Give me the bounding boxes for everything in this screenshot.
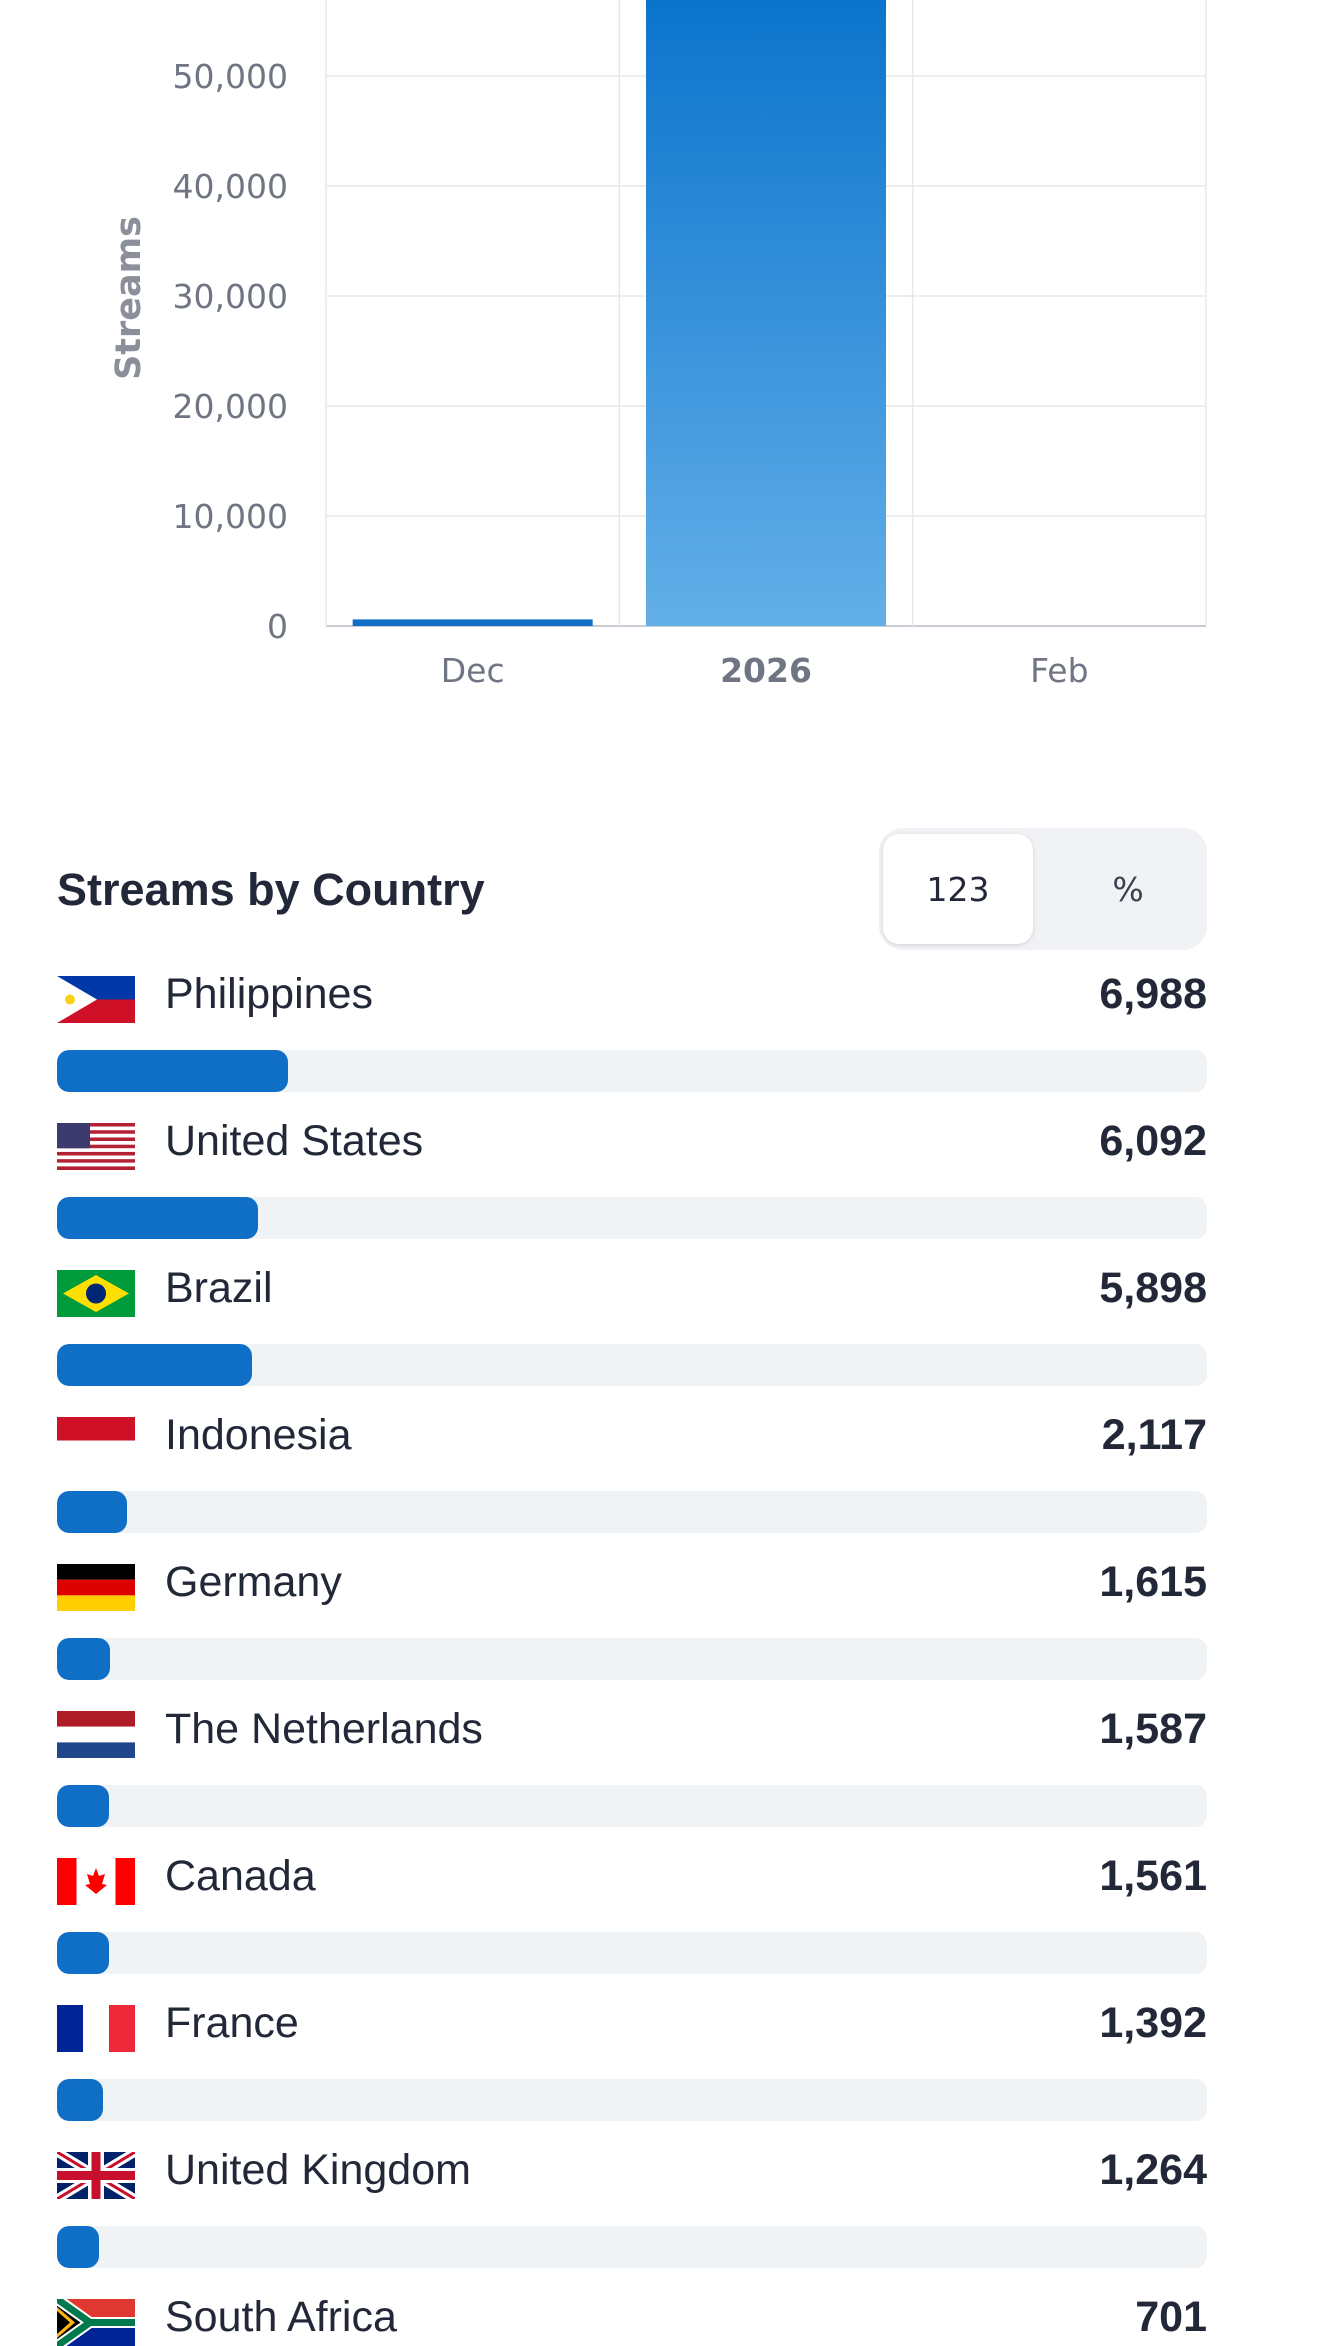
- country-stream-count: 701: [1135, 2293, 1207, 2341]
- x-tick-label: Feb: [1030, 651, 1088, 690]
- country-name: United Kingdom: [165, 2146, 471, 2194]
- country-stream-count: 6,092: [1099, 1117, 1207, 1165]
- country-row[interactable]: United States 6,092: [57, 1105, 1207, 1252]
- flag-gb-icon: [57, 2152, 135, 2199]
- country-stream-count: 1,561: [1099, 1852, 1207, 1900]
- country-name: Indonesia: [165, 1411, 352, 1459]
- y-tick-label: 10,000: [173, 497, 288, 536]
- country-stream-count: 5,898: [1099, 1264, 1207, 1312]
- country-stream-count: 1,615: [1099, 1558, 1207, 1606]
- country-name: Canada: [165, 1852, 316, 1900]
- country-name: France: [165, 1999, 299, 2047]
- bar-dec[interactable]: [352, 619, 593, 626]
- flag-de-icon: [57, 1564, 135, 1611]
- country-progress-fill: [57, 2226, 99, 2268]
- country-progress-fill: [57, 1638, 111, 1680]
- country-name: The Netherlands: [165, 1705, 483, 1753]
- country-stream-count: 1,264: [1099, 2146, 1207, 2194]
- flag-ph-icon: [57, 976, 135, 1023]
- country-name: Germany: [165, 1558, 342, 1606]
- y-tick-label: 20,000: [173, 387, 288, 426]
- flag-br-icon: [57, 1270, 135, 1317]
- country-progress-fill: [57, 1932, 109, 1974]
- country-row[interactable]: The Netherlands 1,587: [57, 1693, 1207, 1840]
- country-list: Philippines 6,988 United States 6,092 Brazi…: [57, 958, 1207, 2346]
- country-stream-count: 1,587: [1099, 1705, 1207, 1753]
- country-progress-fill: [57, 1491, 127, 1533]
- country-progress-track: [57, 1932, 1207, 1974]
- country-progress-track: [57, 2079, 1207, 2121]
- y-tick-label: 50,000: [173, 57, 288, 96]
- country-stream-count: 6,988: [1099, 970, 1207, 1018]
- country-name: Philippines: [165, 970, 373, 1018]
- flag-nl-icon: [57, 1711, 135, 1758]
- flag-id-icon: [57, 1417, 135, 1464]
- y-axis-ticks: 0 10,000 20,000 30,000 40,000 50,000: [173, 57, 288, 646]
- country-name: South Africa: [165, 2293, 397, 2341]
- streams-chart: 0 10,000 20,000 30,000 40,000 50,000 Dec 2026 F…: [0, 0, 1320, 720]
- streams-bar-chart: 0 10,000 20,000 30,000 40,000 50,000 Dec 2026 F…: [109, 0, 1207, 690]
- country-name: Brazil: [165, 1264, 273, 1312]
- section-title: Streams by Country: [57, 864, 485, 915]
- flag-ca-icon: [57, 1858, 135, 1905]
- percent-mode-button[interactable]: %: [1053, 834, 1203, 944]
- country-row[interactable]: Canada 1,561: [57, 1840, 1207, 1987]
- bar-2026[interactable]: [646, 0, 886, 626]
- country-row[interactable]: South Africa 701: [57, 2281, 1207, 2346]
- country-progress-fill: [57, 1197, 259, 1239]
- country-row[interactable]: Brazil 5,898: [57, 1252, 1207, 1399]
- x-tick-label: 2026: [720, 651, 812, 690]
- value-mode-toggle: 123 %: [879, 828, 1207, 950]
- country-progress-fill: [57, 1785, 110, 1827]
- y-tick-label: 40,000: [173, 167, 288, 206]
- country-progress-track: [57, 1491, 1207, 1533]
- x-axis-ticks: Dec 2026 Feb: [441, 651, 1089, 690]
- country-row[interactable]: Germany 1,615: [57, 1546, 1207, 1693]
- country-row[interactable]: France 1,392: [57, 1987, 1207, 2134]
- country-progress-track: [57, 1344, 1207, 1386]
- country-progress-track: [57, 2226, 1207, 2268]
- country-row[interactable]: Indonesia 2,117: [57, 1399, 1207, 1546]
- country-row[interactable]: United Kingdom 1,264: [57, 2134, 1207, 2281]
- flag-us-icon: [57, 1123, 135, 1170]
- section-header: Streams by Country 123 %: [57, 828, 1207, 950]
- country-progress-track: [57, 1197, 1207, 1239]
- country-row[interactable]: Philippines 6,988: [57, 958, 1207, 1105]
- country-progress-fill: [57, 1344, 252, 1386]
- flag-fr-icon: [57, 2005, 135, 2052]
- y-axis-title: Streams: [109, 216, 149, 380]
- country-progress-fill: [57, 2079, 103, 2121]
- y-tick-label: 30,000: [173, 277, 288, 316]
- flag-za-icon: [57, 2299, 135, 2346]
- country-name: United States: [165, 1117, 424, 1165]
- country-stream-count: 2,117: [1101, 1411, 1207, 1459]
- country-progress-track: [57, 1050, 1207, 1092]
- country-progress-fill: [57, 1050, 288, 1092]
- count-mode-button[interactable]: 123: [883, 834, 1033, 944]
- x-tick-label: Dec: [441, 651, 505, 690]
- streams-by-country-panel: Streams by Country 123 % Philippines 6,98…: [57, 828, 1207, 2346]
- country-progress-track: [57, 1785, 1207, 1827]
- y-tick-label: 0: [267, 607, 288, 646]
- country-stream-count: 1,392: [1099, 1999, 1207, 2047]
- country-progress-track: [57, 1638, 1207, 1680]
